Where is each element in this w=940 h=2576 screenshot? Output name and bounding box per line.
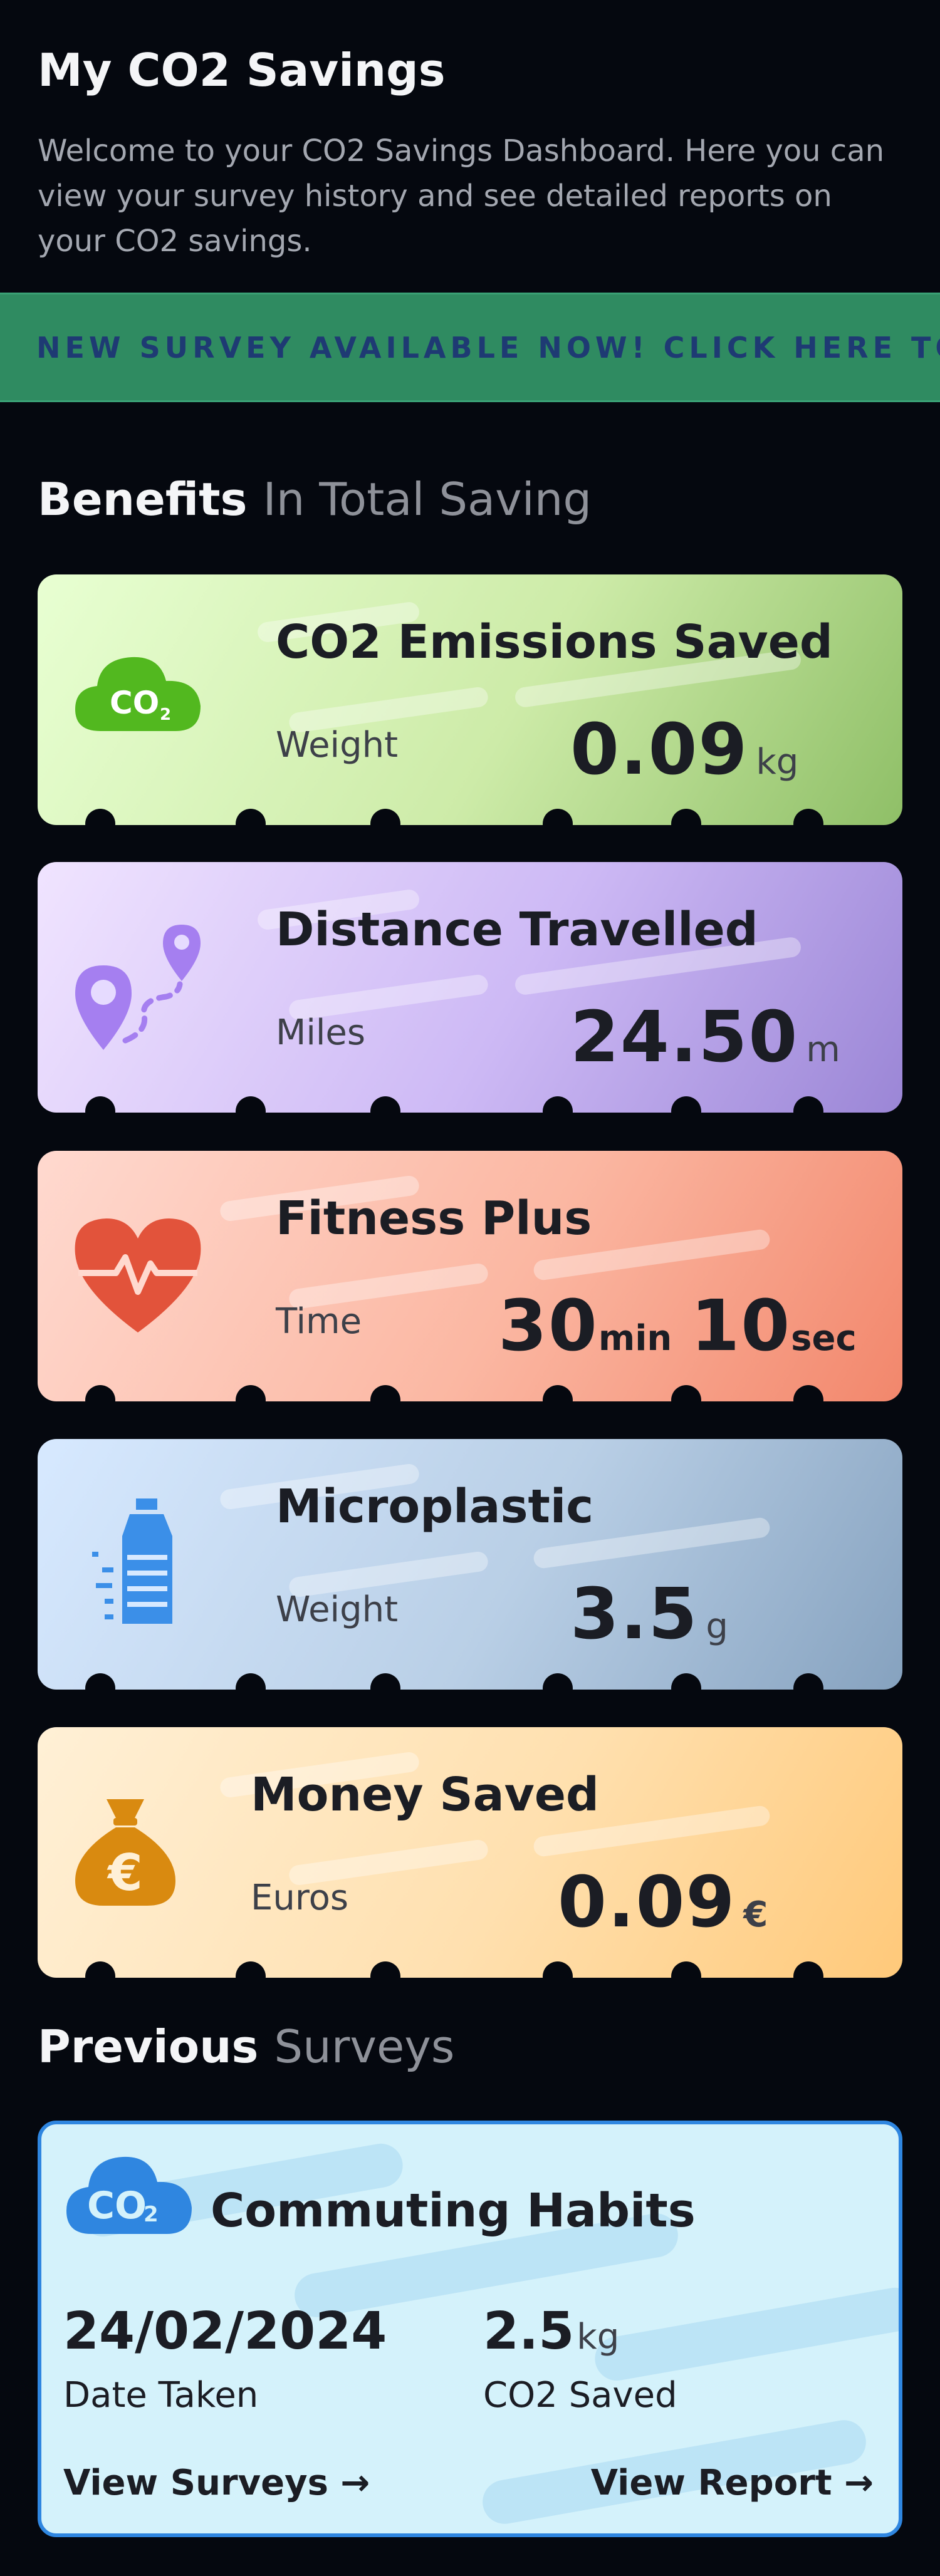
money-saved-card: € Money Saved Euros 0.09 € [38, 1727, 902, 1978]
co2-unit: kg [756, 742, 799, 782]
benefits-heading: Benefits In Total Saving [38, 473, 592, 526]
fitness-plus-card: Fitness Plus Time 30min 10sec [38, 1151, 902, 1401]
view-report-link[interactable]: View Report → [591, 2463, 874, 2503]
view-surveys-link[interactable]: View Surveys → [63, 2463, 370, 2503]
previous-heading-muted: Surveys [274, 2020, 455, 2073]
microplastic-card: Microplastic Weight 3.5 g [38, 1439, 902, 1690]
benefits-heading-strong: Benefits [38, 473, 248, 526]
previous-heading-strong: Previous [38, 2020, 259, 2073]
card-value: 30min 10sec [498, 1285, 857, 1367]
micro-value: 3.5 [570, 1574, 699, 1655]
survey-card: CO 2 Commuting Habits 24/02/2024 Date Ta… [38, 2121, 902, 2537]
route-pin-icon [75, 925, 201, 1050]
card-title: Microplastic [276, 1480, 594, 1534]
fitness-minutes: 30 [498, 1285, 598, 1367]
card-title: Money Saved [251, 1768, 599, 1822]
co2-emissions-card: CO 2 CO2 Emissions Saved Weight 0.09 kg [38, 574, 902, 825]
card-value: 0.09 kg [570, 709, 798, 791]
card-label: Weight [276, 725, 399, 766]
survey-co2-unit: kg [577, 2317, 620, 2357]
card-value: 3.5 g [570, 1574, 728, 1655]
banner-text: NEW SURVEY AVAILABLE NOW! CLICK HERE TO … [36, 331, 940, 365]
benefits-heading-muted: In Total Saving [263, 473, 592, 526]
card-title: Distance Travelled [276, 903, 758, 957]
fitness-sec-unit: sec [791, 1318, 857, 1359]
co2-value: 0.09 [570, 709, 749, 791]
card-value: 0.09 € [558, 1862, 768, 1943]
card-label: Time [276, 1301, 362, 1342]
card-label: Weight [276, 1589, 399, 1630]
money-value: 0.09 [558, 1862, 736, 1943]
water-bottle-icon [92, 1498, 172, 1624]
page-intro: Welcome to your CO2 Savings Dashboard. H… [38, 133, 885, 259]
distance-value: 24.50 [570, 997, 799, 1078]
card-value: 24.50 m [570, 997, 840, 1078]
money-bag-icon: € [75, 1799, 175, 1906]
survey-title: Commuting Habits [211, 2184, 696, 2238]
card-title: Fitness Plus [276, 1192, 592, 1245]
co2-cloud-icon: CO 2 [75, 657, 201, 731]
co2-icon-text: CO [110, 685, 159, 721]
survey-co2: 2.5kg [483, 2302, 619, 2361]
money-icon-text: € [107, 1844, 143, 1902]
survey-icon-sub: 2 [144, 2202, 159, 2227]
previous-surveys-heading: Previous Surveys [38, 2020, 454, 2073]
survey-icon-text: CO [87, 2184, 147, 2228]
fitness-min-unit: min [598, 1318, 672, 1359]
page-title: My CO2 Savings [38, 44, 446, 96]
survey-co2-label: CO2 Saved [483, 2375, 677, 2416]
heart-pulse-icon [75, 1218, 201, 1332]
distance-travelled-card: Distance Travelled Miles 24.50 m [38, 862, 902, 1113]
co2-cloud-icon: CO 2 [66, 2156, 192, 2234]
card-label: Euros [251, 1877, 349, 1918]
co2-icon-sub: 2 [160, 705, 171, 724]
new-survey-banner[interactable]: NEW SURVEY AVAILABLE NOW! CLICK HERE TO … [0, 293, 940, 402]
fitness-seconds: 10 [691, 1285, 791, 1367]
micro-unit: g [706, 1606, 728, 1647]
survey-date-label: Date Taken [63, 2375, 259, 2416]
card-label: Miles [276, 1012, 366, 1053]
card-title: CO2 Emissions Saved [276, 615, 833, 669]
survey-date: 24/02/2024 [63, 2302, 387, 2361]
distance-unit: m [806, 1029, 840, 1070]
survey-co2-value: 2.5 [483, 2302, 575, 2361]
money-unit: € [743, 1894, 768, 1935]
